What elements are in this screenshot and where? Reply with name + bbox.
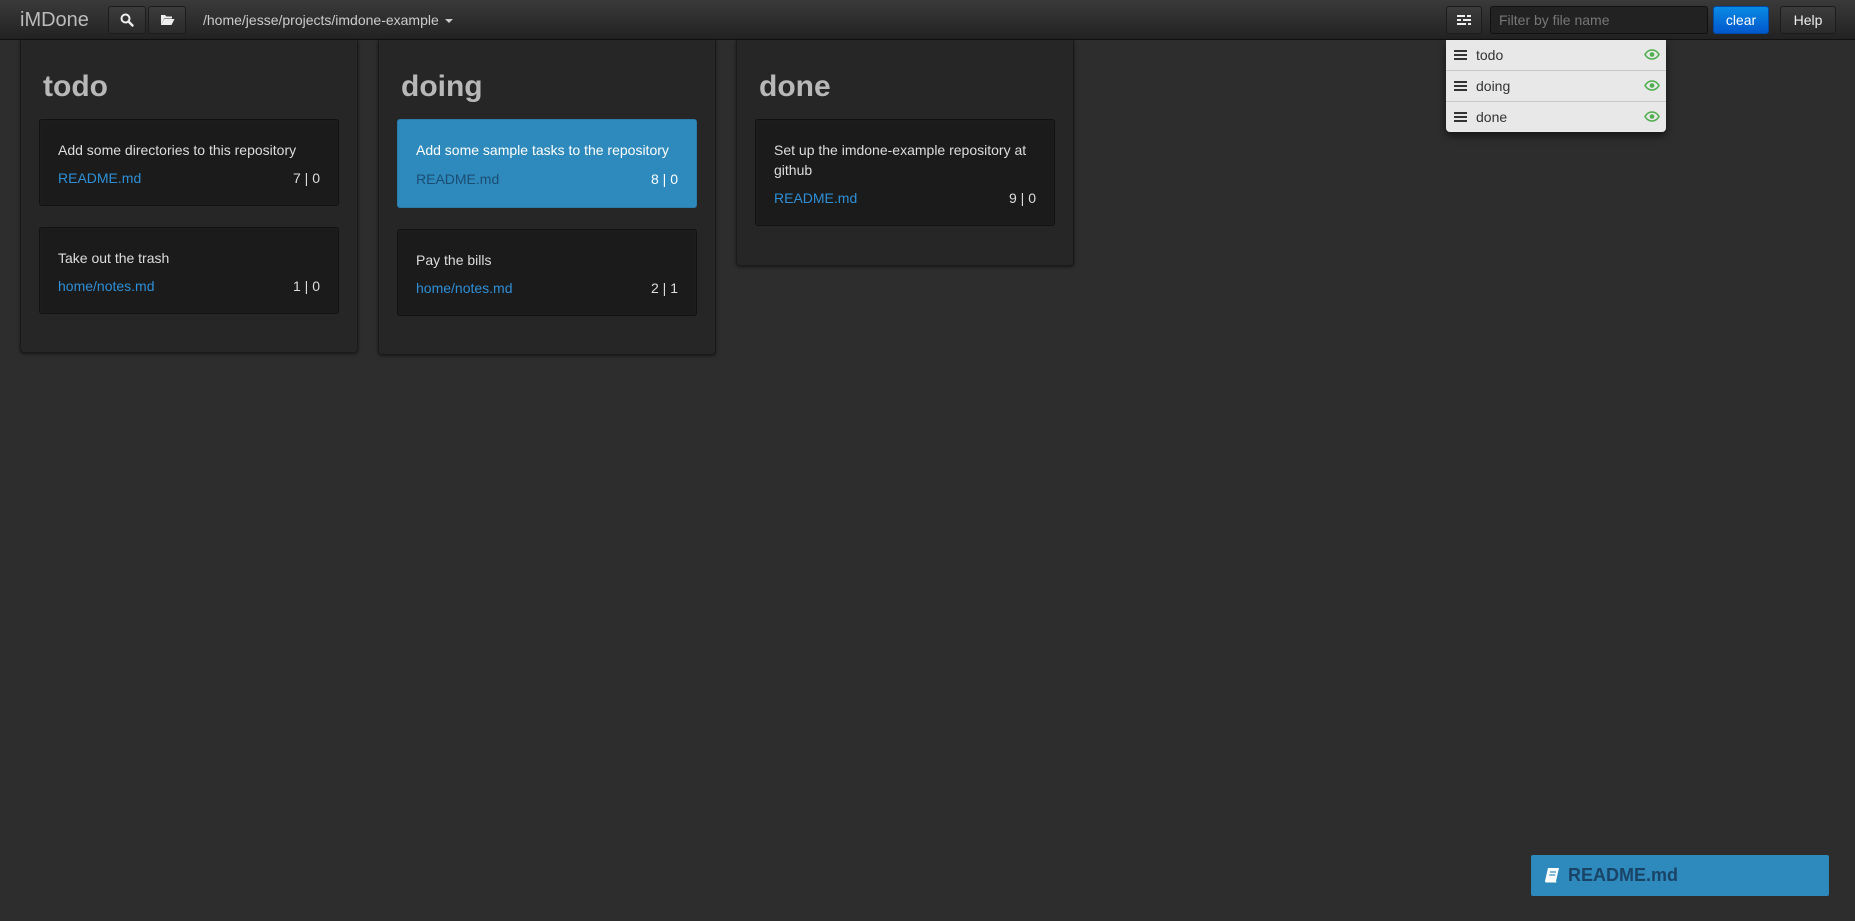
list-settings-icon <box>1457 14 1471 26</box>
task-file-link[interactable]: README.md <box>774 190 857 206</box>
eye-icon[interactable] <box>1644 49 1660 60</box>
task-file-link[interactable]: README.md <box>58 170 141 186</box>
list-column-done: done Set up the imdone-example repositor… <box>736 40 1074 266</box>
search-icon <box>120 13 134 27</box>
task-text: Set up the imdone-example repository at … <box>774 142 1027 178</box>
lists-menu-button[interactable] <box>1446 6 1482 34</box>
clear-button[interactable]: clear <box>1713 6 1769 34</box>
lists-menu-item-label: doing <box>1476 78 1511 94</box>
help-button[interactable]: Help <box>1780 6 1836 34</box>
task-file-link[interactable]: home/notes.md <box>58 278 155 294</box>
app-brand[interactable]: iMDone <box>20 9 89 32</box>
chevron-down-icon <box>444 19 453 24</box>
eye-icon[interactable] <box>1644 80 1660 91</box>
eye-icon[interactable] <box>1644 111 1660 122</box>
project-path-dropdown[interactable]: /home/jesse/projects/imdone-example <box>203 12 453 28</box>
lists-menu: todo doing done <box>1446 40 1666 132</box>
lists-menu-item-label: todo <box>1476 47 1504 63</box>
list-title: todo <box>43 70 108 103</box>
task-line-count: 8 | 0 <box>651 171 678 187</box>
task-text: Take out the trash <box>58 250 170 266</box>
task-line-count: 1 | 0 <box>293 278 320 294</box>
task-line-count: 2 | 1 <box>651 280 678 296</box>
task-line-count: 9 | 0 <box>1009 190 1036 206</box>
list-title: doing <box>401 70 483 103</box>
task-card[interactable]: Set up the imdone-example repository at … <box>755 119 1055 226</box>
task-card[interactable]: Add some directories to this repository … <box>39 119 339 206</box>
book-icon <box>1545 868 1559 883</box>
task-card[interactable]: Pay the bills home/notes.md 2 | 1 <box>397 229 697 316</box>
task-file-link[interactable]: README.md <box>416 171 499 187</box>
readme-file-label: README.md <box>1568 865 1679 885</box>
task-file-link[interactable]: home/notes.md <box>416 280 513 296</box>
list-title: done <box>759 70 831 103</box>
top-navbar: iMDone /home/jesse/projects/imdone-examp… <box>0 0 1855 40</box>
drag-handle-icon[interactable] <box>1454 112 1467 122</box>
drag-handle-icon[interactable] <box>1454 81 1467 91</box>
open-folder-button[interactable] <box>148 6 186 34</box>
list-column-todo: todo Add some directories to this reposi… <box>20 40 358 353</box>
lists-menu-item-todo[interactable]: todo <box>1446 40 1666 71</box>
task-card[interactable]: Take out the trash home/notes.md 1 | 0 <box>39 227 339 314</box>
lists-menu-item-done[interactable]: done <box>1446 102 1666 132</box>
list-column-doing: doing Add some sample tasks to the repos… <box>378 40 716 355</box>
drag-handle-icon[interactable] <box>1454 50 1467 60</box>
lists-menu-item-doing[interactable]: doing <box>1446 71 1666 102</box>
task-card-selected[interactable]: Add some sample tasks to the repository … <box>397 119 697 208</box>
task-text: Pay the bills <box>416 252 492 268</box>
lists-menu-item-label: done <box>1476 109 1508 125</box>
project-path-label: /home/jesse/projects/imdone-example <box>203 12 439 28</box>
search-button[interactable] <box>108 6 146 34</box>
readme-file-button[interactable]: README.md <box>1531 855 1829 896</box>
task-line-count: 7 | 0 <box>293 170 320 186</box>
task-text: Add some directories to this repository <box>58 142 297 158</box>
filter-input[interactable] <box>1490 6 1708 34</box>
folder-open-icon <box>160 15 174 25</box>
task-text: Add some sample tasks to the repository <box>416 142 669 158</box>
